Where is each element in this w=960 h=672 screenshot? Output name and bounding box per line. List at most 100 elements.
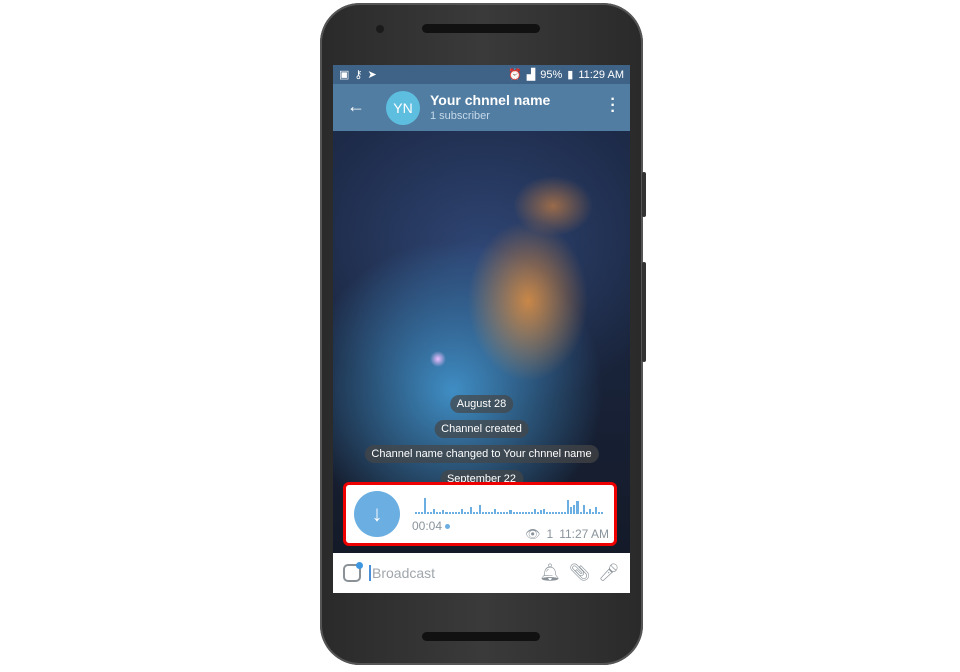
waveform-bar (460, 508, 463, 514)
waveform-bar (527, 512, 530, 514)
waveform-bar (564, 512, 567, 514)
waveform-bar (485, 512, 488, 514)
waveform-bar (457, 512, 460, 514)
avatar[interactable]: YN (386, 91, 420, 125)
waveform-bar (494, 508, 497, 514)
voice-duration: 00:04 (412, 519, 451, 533)
sticker-icon[interactable] (343, 562, 363, 582)
more-vert-icon[interactable]: · · · (610, 92, 616, 120)
waveform-bar (475, 512, 478, 514)
chat-wallpaper: August 28 Channel created Channel name c… (333, 131, 630, 553)
waveform-bar (570, 506, 573, 514)
battery-percent: 95% (540, 68, 563, 81)
view-count: 1 (546, 527, 554, 541)
back-arrow-icon[interactable]: ← (347, 96, 365, 117)
waveform-bar (433, 508, 436, 514)
waveform-bar (415, 512, 418, 514)
waveform-bar (506, 512, 509, 514)
waveform-bar (539, 510, 542, 514)
earpiece-speaker (422, 24, 540, 33)
waveform-bar (503, 512, 506, 514)
waveform-bar (509, 510, 512, 514)
waveform-bar (436, 512, 439, 514)
battery-icon: ▮ (567, 69, 574, 81)
waveform-bar (424, 497, 427, 514)
waveform-bar (582, 505, 585, 514)
microphone-icon[interactable]: 🎤︎ (598, 563, 620, 583)
waveform-bar (421, 512, 424, 514)
waveform-bar (451, 512, 454, 514)
waveform-bar (521, 512, 524, 514)
waveform-bar (555, 512, 558, 514)
waveform-bar (530, 512, 533, 514)
waveform-bar (445, 512, 448, 514)
front-camera (376, 25, 384, 33)
waveform-bar (518, 512, 521, 514)
waveform-bar (573, 505, 576, 514)
waveform-bar (497, 512, 500, 514)
waveform-bar (500, 512, 503, 514)
waveform-bar (552, 512, 555, 514)
waveform-bar (558, 512, 561, 514)
bottom-speaker (422, 632, 540, 641)
waveform-bar (542, 508, 546, 514)
arrow-down-icon: ↓ (371, 501, 383, 526)
service-message: Channel created (434, 420, 529, 438)
waveform-bar (591, 512, 594, 514)
status-bar: ▣ ⚷ ➤ ⏰ ▟ 95% ▮ 11:29 AM (333, 65, 630, 84)
waveform-bar (585, 512, 588, 514)
waveform-bar (546, 512, 549, 514)
signal-icon: ▟ (526, 69, 536, 81)
waveform-bar (478, 505, 482, 514)
waveform-bar (448, 512, 451, 514)
date-pill: August 28 (449, 395, 514, 413)
power-button (642, 262, 646, 362)
waveform-bar (439, 512, 442, 514)
duration-text: 00:04 (412, 519, 443, 533)
paperclip-icon[interactable]: 📎︎ (569, 563, 591, 583)
waveform-bar (472, 512, 475, 514)
voice-message-bubble[interactable]: ↓ 00:04 👁 1 11:27 AM (343, 482, 617, 546)
waveform-bar (466, 512, 469, 514)
screen: ▣ ⚷ ➤ ⏰ ▟ 95% ▮ 11:29 AM ← YN Your chnne… (333, 65, 630, 593)
waveform-bar (588, 508, 591, 514)
waveform-bar (463, 512, 466, 514)
waveform-bar (524, 512, 527, 514)
waveform-bar (488, 512, 491, 514)
channel-title[interactable]: Your chnnel name (430, 92, 550, 108)
subscriber-count: 1 subscriber (430, 110, 490, 122)
key-icon: ⚷ (354, 69, 363, 81)
clock: 11:29 AM (578, 68, 624, 81)
waveform-bar (482, 512, 485, 514)
waveform-bar (536, 512, 539, 514)
waveform-bar (427, 512, 430, 514)
service-message: Channel name changed to Your chnnel name (364, 445, 599, 463)
waveform-bar (567, 499, 570, 514)
download-button[interactable]: ↓ (354, 491, 400, 537)
volume-button (642, 172, 646, 217)
message-meta: 👁 1 11:27 AM (525, 527, 609, 541)
message-input[interactable]: Broadcast (369, 565, 531, 581)
alarm-icon: ⏰ (508, 69, 522, 81)
waveform-bar (454, 512, 457, 514)
gallery-icon: ▣ (339, 69, 350, 81)
waveform-bar (491, 512, 494, 514)
eye-icon: 👁 (525, 527, 541, 541)
bell-icon[interactable]: 🔔︎ (539, 563, 561, 583)
waveform[interactable] (415, 496, 603, 514)
waveform-bar (579, 512, 582, 514)
waveform-bar (576, 501, 579, 514)
waveform-bar (442, 510, 445, 514)
waveform-bar (418, 512, 421, 514)
chat-header: ← YN Your chnnel name 1 subscriber · · · (333, 84, 630, 131)
waveform-bar (597, 512, 600, 514)
waveform-bar (594, 506, 597, 514)
composer: Broadcast 🔔︎ 📎︎ 🎤︎ (333, 553, 630, 593)
waveform-bar (430, 512, 433, 514)
waveform-bar (600, 512, 603, 514)
waveform-bar (512, 512, 515, 514)
waveform-bar (533, 508, 536, 514)
telegram-icon: ➤ (367, 69, 377, 81)
message-time: 11:27 AM (559, 527, 609, 541)
unplayed-dot (445, 524, 451, 530)
